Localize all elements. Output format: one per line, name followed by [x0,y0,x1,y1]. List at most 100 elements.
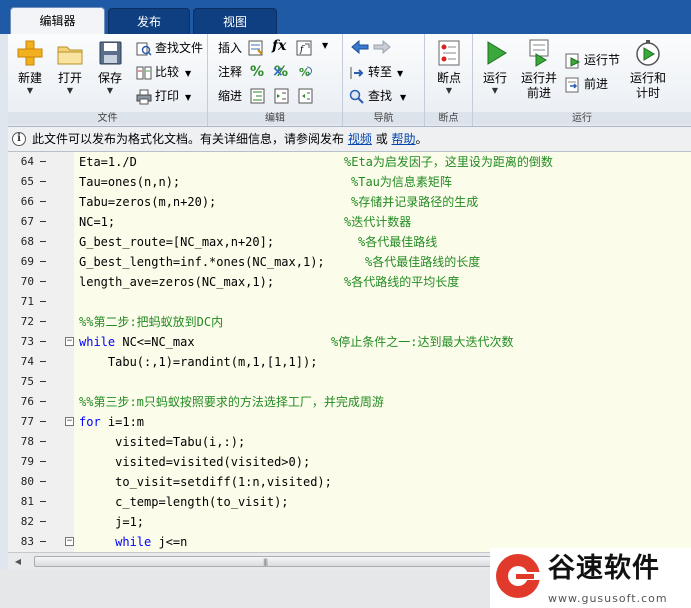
chevron-down-icon[interactable]: ▼ [322,41,328,50]
code-line[interactable]: 70 length_ave=zeros(NC_max,1); %各代路线的平均长度 [8,272,691,292]
logo-bar [516,574,534,579]
increase-indent-icon[interactable] [274,88,290,104]
advance-button[interactable]: 前进 [565,74,608,94]
breakpoint-marker[interactable] [40,421,46,422]
breakpoint-marker[interactable] [40,401,46,402]
file-group-caption: 文件 [8,112,207,125]
printer-icon [136,89,152,104]
breakpoint-marker[interactable] [40,381,46,382]
breakpoint-marker[interactable] [40,321,46,322]
video-link[interactable]: 视频 [348,132,372,146]
search-icon [349,89,364,104]
fx-function-icon[interactable]: fx [272,38,286,54]
code-text: visited=Tabu(i,:); [79,435,246,449]
code-line[interactable]: 79 visited=visited(visited>0); [8,452,691,472]
line-number: 69 [20,255,34,268]
code-line[interactable]: 75 [8,372,691,392]
breakpoints-button[interactable]: 断点 ▼ [429,38,469,96]
run-section-button[interactable]: 运行节 [565,50,620,70]
code-line[interactable]: 82 j=1; [8,512,691,532]
open-button[interactable]: 打开 ▼ [50,38,90,96]
print-label: 打印 [155,89,180,103]
fold-toggle-icon[interactable]: − [65,537,74,546]
info-text: 此文件可以发布为格式化文档。有关详细信息，请参阅发布 [32,132,345,146]
save-button[interactable]: 保存 ▼ [90,38,130,96]
run-button[interactable]: 运行 ▼ [475,38,515,96]
indent-button[interactable]: 缩进 [218,86,242,106]
scrollbar-thumb[interactable]: ||| [34,556,504,567]
code-line[interactable]: 74 Tabu(:,1)=randint(m,1,[1,1]); [8,352,691,372]
new-button[interactable]: 新建 ▼ [10,38,50,96]
run-and-time-button[interactable]: 运行和计时 [627,38,669,101]
smart-indent-icon[interactable] [250,88,266,104]
line-number: 79 [20,455,34,468]
scroll-left-icon[interactable]: ◀ [12,556,24,568]
comment-percent-icon[interactable]: % [250,62,264,82]
code-line[interactable]: 72 %%第二步:把蚂蚁放到DC内 [8,312,691,332]
code-line[interactable]: 80 to_visit=setdiff(1:n,visited); [8,472,691,492]
goto-button[interactable]: 转至 ▼ [349,62,403,82]
code-line[interactable]: 78 visited=Tabu(i,:); [8,432,691,452]
breakpoint-marker[interactable] [40,541,46,542]
code-editor[interactable]: 64 Eta=1./D %Eta为启发因子，这里设为距离的倒数 65 Tau=ones(… [8,152,691,552]
run-advance-button[interactable]: 运行并前进 [517,38,561,101]
code-line[interactable]: 73 − while NC<=NC_max %停止条件之一:达到最大迭代次数 [8,332,691,352]
insert-section-icon[interactable] [248,40,264,56]
code-line[interactable]: 64 Eta=1./D %Eta为启发因子，这里设为距离的倒数 [8,152,691,172]
forward-arrow-icon[interactable] [373,40,391,54]
help-link[interactable]: 帮助 [392,132,416,146]
breakpoint-marker[interactable] [40,521,46,522]
print-button[interactable]: 打印 ▼ [136,86,191,106]
code-line[interactable]: 66 Tabu=zeros(m,n+20); %存储并记录路径的生成 [8,192,691,212]
breakpoint-marker[interactable] [40,481,46,482]
insert-button[interactable]: 插入 [218,38,242,58]
breakpoint-marker[interactable] [40,461,46,462]
run-label: 运行 [482,71,507,85]
code-line[interactable]: 65 Tau=ones(n,n); %Tau为信息素矩阵 [8,172,691,192]
keyword: while [115,535,152,549]
fold-toggle-icon[interactable]: − [65,337,74,346]
run-section-icon [565,53,581,68]
tab-editor[interactable]: 编辑器 [10,7,105,34]
code-text: NC=1; [79,215,116,229]
compare-button[interactable]: 比较 ▼ [136,62,191,82]
breakpoint-marker[interactable] [40,501,46,502]
open-label: 打开 [57,71,82,85]
breakpoint-marker[interactable] [40,221,46,222]
breakpoint-marker[interactable] [40,441,46,442]
back-arrow-icon[interactable] [351,40,369,54]
breakpoint-marker[interactable] [40,241,46,242]
uncomment-icon[interactable]: % × [272,62,288,82]
code-line[interactable]: 71 [8,292,691,312]
tab-publish[interactable]: 发布 [108,8,190,34]
advance-label: 前进 [584,77,609,91]
wrap-comments-icon[interactable]: % [298,64,314,80]
comment-button[interactable]: 注释 [218,62,242,82]
breakpoint-marker[interactable] [40,361,46,362]
breakpoint-marker[interactable] [40,181,46,182]
code-line[interactable]: 67 NC=1; %迭代计数器 [8,212,691,232]
breakpoint-marker[interactable] [40,301,46,302]
find-files-button[interactable]: 查找文件 [136,38,203,58]
fold-toggle-icon[interactable]: − [65,417,74,426]
breakpoint-marker[interactable] [40,261,46,262]
breakpoint-marker[interactable] [40,281,46,282]
code-line[interactable]: 69 G_best_length=inf.*ones(NC_max,1); %各代最… [8,252,691,272]
insert-field-icon[interactable]: f [296,40,312,56]
code-line[interactable]: 68 G_best_route=[NC_max,n+20]; %各代最佳路线 [8,232,691,252]
find-button[interactable]: 查找 ▼ [349,86,406,106]
run-and-time-label: 运行和计时 [630,71,667,100]
decrease-indent-icon[interactable] [298,88,314,104]
new-label: 新建 [17,71,42,85]
breakpoint-marker[interactable] [40,161,46,162]
run-advance-icon [529,39,549,67]
code-line[interactable]: 77 − for i=1:m [8,412,691,432]
code-line[interactable]: 81 c_temp=length(to_visit); [8,492,691,512]
tab-view[interactable]: 视图 [193,8,277,34]
grip-icon: ||| [263,558,268,566]
breakpoint-marker[interactable] [40,341,46,342]
run-group: 运行 ▼ 运行并前进 运行节 前进 运行和计时 运行 [473,34,691,126]
code-line[interactable]: 76 %%第三步:m只蚂蚁按照要求的方法选择工厂，并完成周游 [8,392,691,412]
breakpoint-marker[interactable] [40,201,46,202]
line-number: 71 [20,295,34,308]
